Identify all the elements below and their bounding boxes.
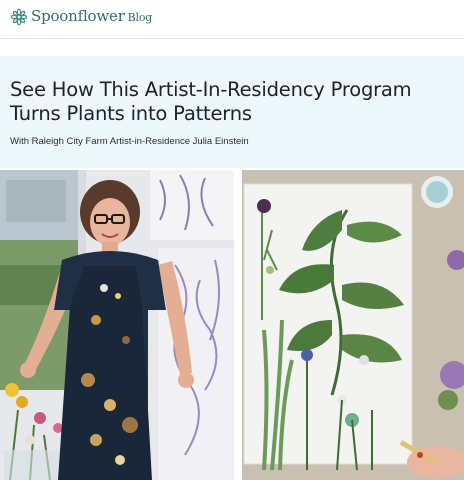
spoonflower-flower-icon[interactable] [10,8,28,26]
plant-specimens-illustration [242,170,464,480]
brand-logo-link[interactable]: Spoonflower Blog [31,7,152,25]
article-title-line1: See How This Artist-In-Residency Program [10,78,412,101]
article-subtitle: With Raleigh City Farm Artist-in-Residen… [10,136,249,147]
plant-specimens-photo[interactable] [242,170,464,480]
article-title-line2: Turns Plants into Patterns [10,102,252,125]
artist-portrait-illustration [0,170,234,480]
brand-suffix: Blog [127,11,153,24]
site-header: Spoonflower Blog [0,0,464,39]
brand-name: Spoonflower [31,7,125,25]
artist-portrait-photo[interactable] [0,170,234,480]
article-title: See How This Artist-In-Residency Program… [10,78,460,126]
